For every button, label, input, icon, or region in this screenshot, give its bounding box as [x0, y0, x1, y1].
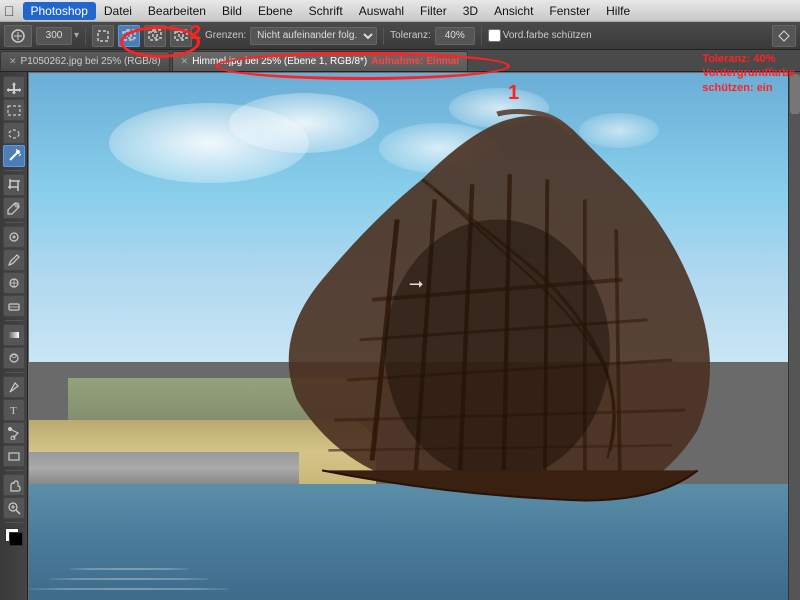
new-selection-btn[interactable]: [92, 25, 114, 47]
vertical-scrollbar[interactable]: [788, 72, 800, 600]
menu-3d[interactable]: 3D: [455, 2, 486, 20]
menu-filter[interactable]: Filter: [412, 2, 455, 20]
left-toolbar: T: [0, 72, 28, 600]
zoom-btn[interactable]: [3, 497, 25, 519]
canvas-area: ⭢: [28, 72, 800, 600]
lasso-btn[interactable]: [3, 122, 25, 144]
menu-hilfe[interactable]: Hilfe: [598, 2, 638, 20]
wave-1: [69, 568, 189, 570]
zoom-input[interactable]: [36, 27, 72, 45]
toolbar-divider-2: [5, 222, 23, 223]
hand-btn[interactable]: [3, 474, 25, 496]
separator-3: [383, 27, 384, 45]
magic-wand-btn[interactable]: [3, 145, 25, 167]
separator-1: [85, 27, 86, 45]
eraser-btn[interactable]: [3, 295, 25, 317]
image-canvas[interactable]: ⭢: [29, 73, 799, 600]
menu-photoshop[interactable]: Photoshop: [23, 2, 96, 20]
refine-edge-btn[interactable]: [772, 25, 796, 47]
toolbar-divider-1: [5, 170, 23, 171]
subtract-selection-btn[interactable]: -: [144, 25, 166, 47]
options-bar: ▾ + - Grenzen: Nicht aufeinander folg. Z…: [0, 22, 800, 50]
toleranz-label: Toleranz:: [390, 30, 431, 41]
vorderfarbe-label: Vord.farbe schützen: [503, 30, 592, 41]
vorderfarbe-checkbox[interactable]: [488, 29, 501, 42]
menu-bearbeiten[interactable]: Bearbeiten: [140, 2, 214, 20]
svg-text:T: T: [10, 405, 17, 417]
toolbar-divider-5: [5, 470, 23, 471]
eyedropper-btn[interactable]: [3, 197, 25, 219]
grenzen-label: Grenzen:: [205, 30, 246, 41]
menu-bild[interactable]: Bild: [214, 2, 250, 20]
wave-3: [29, 588, 229, 590]
toolbar-divider-6: [5, 522, 23, 523]
tab-label-1: P1050262.jpg bei 25% (RGB/8): [21, 56, 161, 67]
tab-close-icon-2[interactable]: ✕: [181, 56, 189, 67]
menu-fenster[interactable]: Fenster: [541, 2, 598, 20]
rectangle-select-btn[interactable]: [3, 99, 25, 121]
menu-bar:  Photoshop Datei Bearbeiten Bild Ebene …: [0, 0, 800, 22]
tab-himmel[interactable]: ✕ Himmel.jpg bei 25% (Ebene 1, RGB/8*) A…: [172, 51, 468, 71]
brush-btn[interactable]: [3, 249, 25, 271]
main-area: T: [0, 72, 800, 600]
add-selection-btn[interactable]: +: [118, 25, 140, 47]
tool-preset-picker[interactable]: [4, 25, 32, 47]
spot-healing-btn[interactable]: [3, 226, 25, 248]
tab-close-icon[interactable]: ✕: [9, 56, 17, 67]
menu-ebene[interactable]: Ebene: [250, 2, 301, 20]
toolbar-divider-4: [5, 372, 23, 373]
shape-btn[interactable]: [3, 445, 25, 467]
color-swatch-wrap[interactable]: [3, 526, 25, 548]
grenzen-select[interactable]: Nicht aufeinander folg. Zusammenhängend …: [250, 27, 377, 45]
crop-btn[interactable]: [3, 174, 25, 196]
separator-4: [481, 27, 482, 45]
svg-text:+: +: [131, 37, 135, 43]
clone-stamp-btn[interactable]: [3, 272, 25, 294]
foreground-color-swatch[interactable]: [9, 532, 23, 546]
pen-btn[interactable]: [3, 376, 25, 398]
apple-logo-icon[interactable]: : [4, 3, 15, 19]
move-tool-btn[interactable]: [3, 76, 25, 98]
tabs-bar: ✕ P1050262.jpg bei 25% (RGB/8) ✕ Himmel.…: [0, 50, 800, 72]
canvas-content: ⭢: [28, 72, 800, 600]
tab-p1050262[interactable]: ✕ P1050262.jpg bei 25% (RGB/8): [0, 51, 170, 71]
vorderfarbe-wrap: Vord.farbe schützen: [488, 29, 592, 42]
wave-2: [49, 578, 209, 580]
scroll-thumb[interactable]: [790, 74, 800, 114]
toleranz-input[interactable]: [435, 27, 475, 45]
path-select-btn[interactable]: [3, 422, 25, 444]
menu-schrift[interactable]: Schrift: [301, 2, 351, 20]
dodge-btn[interactable]: [3, 347, 25, 369]
separator-2: [198, 27, 199, 45]
toolbar-divider-3: [5, 320, 23, 321]
menu-ansicht[interactable]: Ansicht: [486, 2, 541, 20]
intersect-selection-btn[interactable]: [170, 25, 192, 47]
gradient-btn[interactable]: [3, 324, 25, 346]
type-btn[interactable]: T: [3, 399, 25, 421]
tab-label-2: Himmel.jpg bei 25% (Ebene 1, RGB/8*): [192, 56, 367, 67]
menu-auswahl[interactable]: Auswahl: [351, 2, 412, 20]
ship-svg: [222, 99, 723, 521]
tab-annotation: Aufnahme: Einmal: [371, 56, 459, 67]
menu-datei[interactable]: Datei: [96, 2, 140, 20]
